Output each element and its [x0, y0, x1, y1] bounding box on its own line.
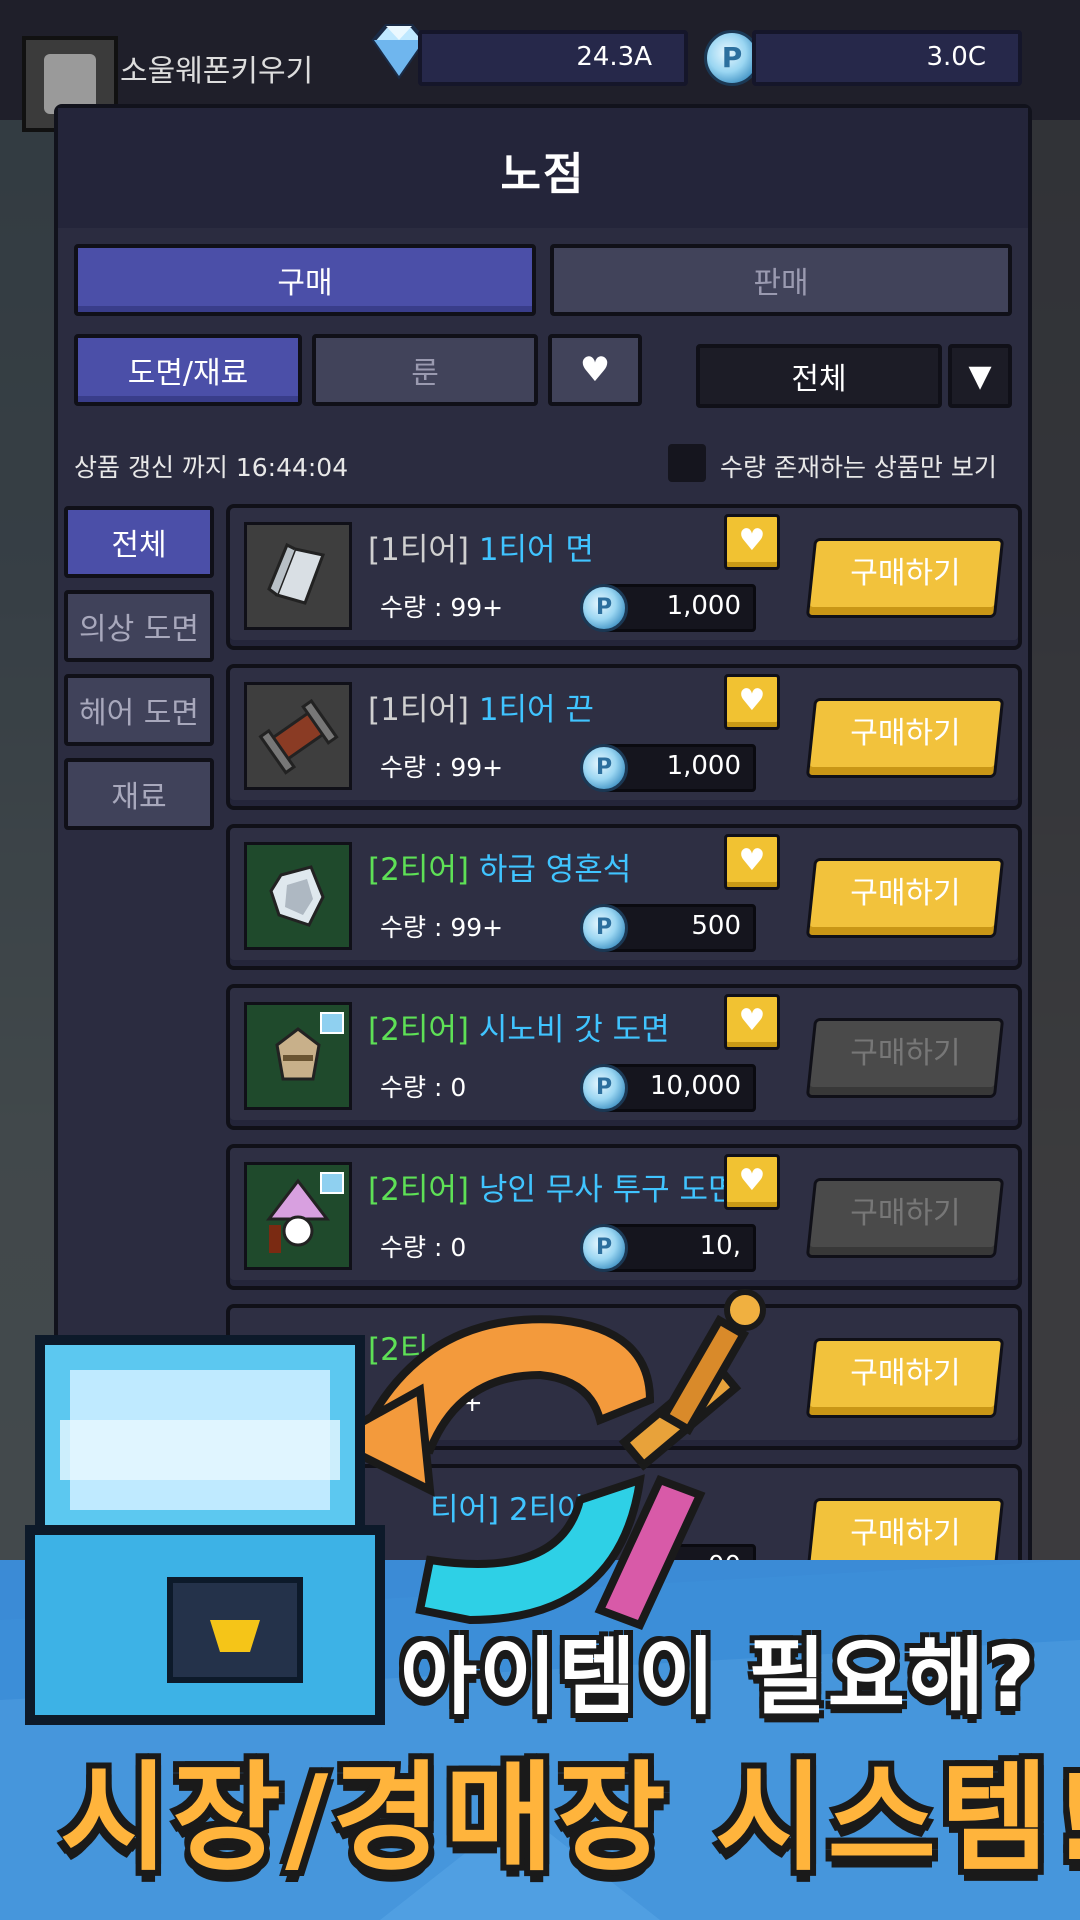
heart-icon: ♥ [738, 843, 766, 878]
item-price: 1,000 [666, 591, 741, 621]
p-coin-icon: P [580, 1224, 628, 1272]
banner-headline: 아이템이 필요해? [400, 1628, 1037, 1726]
item-quantity: 수량 : 99+ [380, 913, 504, 942]
shop-item-row: [2티어] 낭인 무사 투구 도면 수량 : 0 10, P ♥ 구매하기 [226, 1144, 1022, 1290]
heart-icon: ♥ [738, 1163, 766, 1198]
category-all[interactable]: 전체 [64, 506, 214, 578]
in-stock-label: 수량 존재하는 상품만 보기 [720, 453, 997, 482]
buy-button[interactable]: 구매하기 [805, 698, 1005, 778]
item-name: [1티어] 1티어 끈 [368, 692, 594, 728]
shop-item-row: [2티어] 시노비 갓 도면 수량 : 0 10,000 P ♥ 구매하기 [226, 984, 1022, 1130]
shop-header: 노점 [58, 108, 1028, 228]
buy-button[interactable]: 구매하기 [805, 538, 1005, 618]
item-name: [2티어] 시노비 갓 도면 [368, 1012, 670, 1048]
buy-button[interactable]: 구매하기 [805, 858, 1005, 938]
buy-button-disabled[interactable]: 구매하기 [805, 1178, 1005, 1258]
subtab-rune[interactable]: 룬 [312, 334, 538, 406]
tab-buy[interactable]: 구매 [74, 244, 536, 316]
favorite-heart-button[interactable]: ♥ [724, 514, 780, 570]
in-stock-checkbox[interactable] [668, 444, 706, 482]
heart-icon: ♥ [738, 523, 766, 558]
treasure-chest-icon [25, 1335, 385, 1725]
heart-icon: ♥ [738, 683, 766, 718]
p-coin-symbol: P [721, 41, 743, 74]
coin-counter: 3.0C [752, 30, 1022, 86]
ronin-helmet-blueprint-icon [244, 1162, 352, 1270]
item-name: [2티어] 하급 영혼석 [368, 852, 632, 888]
category-hair-blueprint[interactable]: 헤어 도면 [64, 674, 214, 746]
item-quantity: 수량 : 99+ [380, 753, 504, 782]
heart-icon: ♥ [579, 350, 611, 390]
favorite-heart-button[interactable]: ♥ [724, 994, 780, 1050]
gem-counter: 24.3A [418, 30, 688, 86]
p-coin-icon: P [580, 584, 628, 632]
shop-title: 노점 [500, 149, 586, 200]
favorite-heart-button[interactable]: ♥ [724, 834, 780, 890]
item-price: 1,000 [666, 751, 741, 781]
player-name: 소울웨폰키우기 [120, 54, 314, 89]
item-price: 10, [699, 1231, 741, 1261]
favorite-heart-button[interactable]: ♥ [724, 674, 780, 730]
banner-subheadline: 시장/경매장 시스템! [60, 1749, 1080, 1887]
buy-button-disabled[interactable]: 구매하기 [805, 1018, 1005, 1098]
coin-value: 3.0C [926, 42, 986, 72]
category-outfit-blueprint[interactable]: 의상 도면 [64, 590, 214, 662]
favorite-heart-button[interactable]: ♥ [724, 1154, 780, 1210]
p-coin-icon: P [580, 744, 628, 792]
shinobi-hat-blueprint-icon [244, 1002, 352, 1110]
shop-item-row: [2티어] 하급 영혼석 수량 : 99+ 500 P ♥ 구매하기 [226, 824, 1022, 970]
soul-stone-icon [244, 842, 352, 950]
subtab-favorite[interactable]: ♥ [548, 334, 642, 406]
top-bar: 소울웨폰키우기 24.3A P 3.0C [0, 0, 1080, 132]
shop-item-row: [1티어] 1티어 끈 수량 : 99+ 1,000 P ♥ 구매하기 [226, 664, 1022, 810]
heart-icon: ♥ [738, 1003, 766, 1038]
cloth-item-icon [244, 522, 352, 630]
filter-dropdown-button[interactable]: ▼ [948, 344, 1012, 408]
gem-value: 24.3A [576, 42, 652, 72]
item-price: 500 [691, 911, 741, 941]
p-coin-icon: P [580, 1064, 628, 1112]
item-name: [1티어] 1티어 면 [368, 532, 594, 568]
tab-sell[interactable]: 판매 [550, 244, 1012, 316]
string-spool-icon [244, 682, 352, 790]
item-quantity: 수량 : 0 [380, 1073, 467, 1102]
subtab-blueprint[interactable]: 도면/재료 [74, 334, 302, 406]
triangle-down-icon: ▼ [968, 358, 992, 394]
p-coin-icon: P [580, 904, 628, 952]
item-price: 10,000 [650, 1071, 741, 1101]
filter-select[interactable]: 전체 [696, 344, 942, 408]
item-quantity: 수량 : 0 [380, 1233, 467, 1262]
category-material[interactable]: 재료 [64, 758, 214, 830]
shop-item-row: [1티어] 1티어 면 수량 : 99+ 1,000 P ♥ 구매하기 [226, 504, 1022, 650]
item-name: [2티어] 낭인 무사 투구 도면 [368, 1172, 737, 1208]
refresh-timer: 상품 갱신 까지 16:44:04 [74, 453, 349, 482]
item-quantity: 수량 : 99+ [380, 593, 504, 622]
